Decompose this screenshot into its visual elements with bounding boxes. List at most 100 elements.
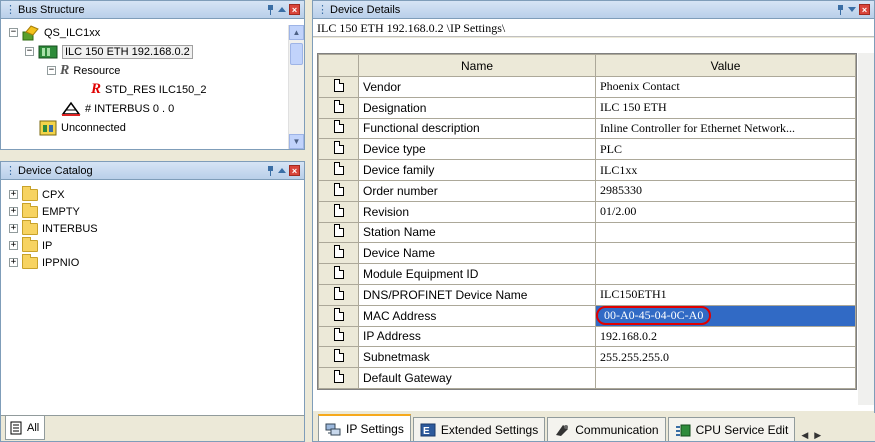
tree-item-controller[interactable]: − ILC 150 ETH 192.168.0.2 bbox=[9, 42, 304, 61]
tree-item-project[interactable]: − QS_ILC1xx bbox=[9, 23, 304, 42]
property-name: IP Address bbox=[358, 325, 596, 348]
pin-icon[interactable] bbox=[266, 4, 275, 15]
tab-label: Communication bbox=[575, 422, 659, 437]
scroll-thumb[interactable] bbox=[290, 43, 303, 65]
device-path: ILC 150 ETH 192.168.0.2 \IP Settings\ bbox=[313, 19, 874, 37]
table-row[interactable]: Device type PLC bbox=[318, 138, 856, 161]
catalog-item-label: IPPNIO bbox=[42, 256, 80, 269]
table-row[interactable]: Device Name bbox=[318, 242, 856, 265]
catalog-item-label: EMPTY bbox=[42, 205, 80, 218]
book-icon bbox=[10, 421, 22, 434]
catalog-item[interactable]: + IPPNIO bbox=[9, 253, 304, 271]
property-value[interactable]: 255.255.255.0 bbox=[595, 346, 856, 369]
property-value[interactable]: ILC150ETH1 bbox=[595, 283, 856, 306]
property-value-selected[interactable]: 00-A0-45-04-0C-A0 bbox=[595, 304, 856, 327]
collapse-toggle[interactable]: − bbox=[47, 66, 56, 75]
table-row[interactable]: IP Address 192.168.0.2 bbox=[318, 325, 856, 348]
pin-icon[interactable] bbox=[266, 165, 275, 176]
property-value[interactable]: PLC bbox=[595, 138, 856, 161]
table-row[interactable]: Revision 01/2.00 bbox=[318, 200, 856, 223]
table-row[interactable]: Functional description Inline Controller … bbox=[318, 117, 856, 140]
interbus-icon bbox=[61, 101, 81, 116]
document-icon bbox=[333, 266, 344, 280]
table-row[interactable]: Designation ILC 150 ETH bbox=[318, 96, 856, 119]
table-row[interactable]: Device family ILC1xx bbox=[318, 159, 856, 181]
property-name: Designation bbox=[358, 96, 596, 119]
collapse-toggle[interactable]: − bbox=[9, 28, 18, 37]
details-scrollbar[interactable] bbox=[858, 53, 874, 405]
close-icon[interactable]: × bbox=[289, 165, 300, 176]
table-row[interactable]: Module Equipment ID bbox=[318, 263, 856, 285]
property-name: Functional description bbox=[358, 117, 596, 140]
catalog-item[interactable]: + IP bbox=[9, 236, 304, 254]
table-row[interactable]: Order number 2985330 bbox=[318, 179, 856, 202]
scroll-up-icon[interactable]: ▲ bbox=[289, 25, 304, 40]
device-details-title: Device Details bbox=[330, 3, 401, 16]
catalog-item-label: INTERBUS bbox=[42, 222, 98, 235]
device-catalog-title: Device Catalog bbox=[18, 164, 93, 177]
column-header-name[interactable]: Name bbox=[358, 54, 596, 77]
bus-scrollbar[interactable]: ▲ ▼ bbox=[288, 25, 304, 149]
tree-item-interbus[interactable]: # INTERBUS 0 . 0 bbox=[9, 99, 304, 118]
catalog-item-label: CPX bbox=[42, 188, 65, 201]
tab-communication[interactable]: Communication bbox=[547, 417, 666, 441]
catalog-item[interactable]: + INTERBUS bbox=[9, 219, 304, 237]
tree-item-unconnected[interactable]: Unconnected bbox=[9, 118, 304, 137]
table-row[interactable]: Subnetmask 255.255.255.0 bbox=[318, 346, 856, 369]
tree-item-resource[interactable]: − R Resource bbox=[9, 61, 304, 80]
property-value[interactable] bbox=[595, 367, 856, 389]
controller-icon bbox=[38, 45, 58, 58]
property-name: Module Equipment ID bbox=[358, 263, 596, 285]
scroll-down-icon[interactable]: ▼ bbox=[289, 134, 304, 149]
document-icon bbox=[333, 99, 344, 113]
tab-scroll-right-icon[interactable]: ▶ bbox=[812, 430, 823, 441]
property-name: Station Name bbox=[358, 221, 596, 244]
document-icon bbox=[333, 370, 344, 384]
device-catalog-title-bar: ⋮ Device Catalog × bbox=[1, 162, 304, 180]
property-name: Revision bbox=[358, 200, 596, 223]
property-value[interactable] bbox=[595, 263, 856, 285]
extended-settings-icon: E bbox=[420, 423, 436, 437]
tree-item-std-res[interactable]: R STD_RES ILC150_2 bbox=[9, 80, 304, 99]
expand-toggle[interactable]: + bbox=[9, 241, 18, 250]
device-details-panel: ⋮ Device Details × ILC 150 ETH 192.168.0… bbox=[312, 0, 875, 442]
collapse-icon[interactable] bbox=[278, 168, 286, 173]
tab-cpu-service-edit[interactable]: CPU Service Edit bbox=[667, 417, 796, 441]
table-row[interactable]: Station Name bbox=[318, 221, 856, 244]
close-icon[interactable]: × bbox=[289, 4, 300, 15]
details-tab-bar: IP Settings E Extended Settings Communic… bbox=[313, 413, 875, 441]
expand-icon[interactable] bbox=[848, 7, 856, 12]
tab-all[interactable]: All bbox=[5, 416, 45, 440]
property-value[interactable] bbox=[595, 242, 856, 265]
document-icon bbox=[333, 245, 344, 259]
expand-toggle[interactable]: + bbox=[9, 258, 18, 267]
table-row[interactable]: Vendor Phoenix Contact bbox=[318, 76, 856, 98]
collapse-icon[interactable] bbox=[278, 7, 286, 12]
expand-toggle[interactable]: + bbox=[9, 190, 18, 199]
document-icon bbox=[333, 120, 344, 134]
table-row-selected[interactable]: MAC Address 00-A0-45-04-0C-A0 bbox=[318, 304, 856, 327]
bus-structure-panel: ⋮ Bus Structure × − QS_ILC1xx − ILC 150 … bbox=[0, 0, 305, 150]
table-row[interactable]: DNS/PROFINET Device Name ILC150ETH1 bbox=[318, 283, 856, 306]
property-value[interactable]: 01/2.00 bbox=[595, 200, 856, 223]
column-header-value[interactable]: Value bbox=[595, 54, 856, 77]
property-value[interactable]: 192.168.0.2 bbox=[595, 325, 856, 348]
table-row[interactable]: Default Gateway bbox=[318, 367, 856, 389]
property-value[interactable]: ILC1xx bbox=[595, 159, 856, 181]
catalog-item[interactable]: + CPX bbox=[9, 185, 304, 203]
tab-ip-settings[interactable]: IP Settings bbox=[318, 414, 411, 441]
expand-toggle[interactable]: + bbox=[9, 207, 18, 216]
close-icon[interactable]: × bbox=[859, 4, 870, 15]
tab-extended-settings[interactable]: E Extended Settings bbox=[412, 417, 546, 441]
property-value[interactable]: 2985330 bbox=[595, 179, 856, 202]
expand-toggle[interactable]: + bbox=[9, 224, 18, 233]
collapse-toggle[interactable]: − bbox=[25, 47, 34, 56]
property-value[interactable]: Phoenix Contact bbox=[595, 76, 856, 98]
catalog-item[interactable]: + EMPTY bbox=[9, 202, 304, 220]
property-value[interactable]: Inline Controller for Ethernet Network..… bbox=[595, 117, 856, 140]
property-value[interactable]: ILC 150 ETH bbox=[595, 96, 856, 119]
tab-scroll-left-icon[interactable]: ◀ bbox=[799, 430, 810, 441]
mac-address-highlight: 00-A0-45-04-0C-A0 bbox=[596, 306, 712, 326]
pin-icon[interactable] bbox=[836, 4, 845, 15]
property-value[interactable] bbox=[595, 221, 856, 244]
